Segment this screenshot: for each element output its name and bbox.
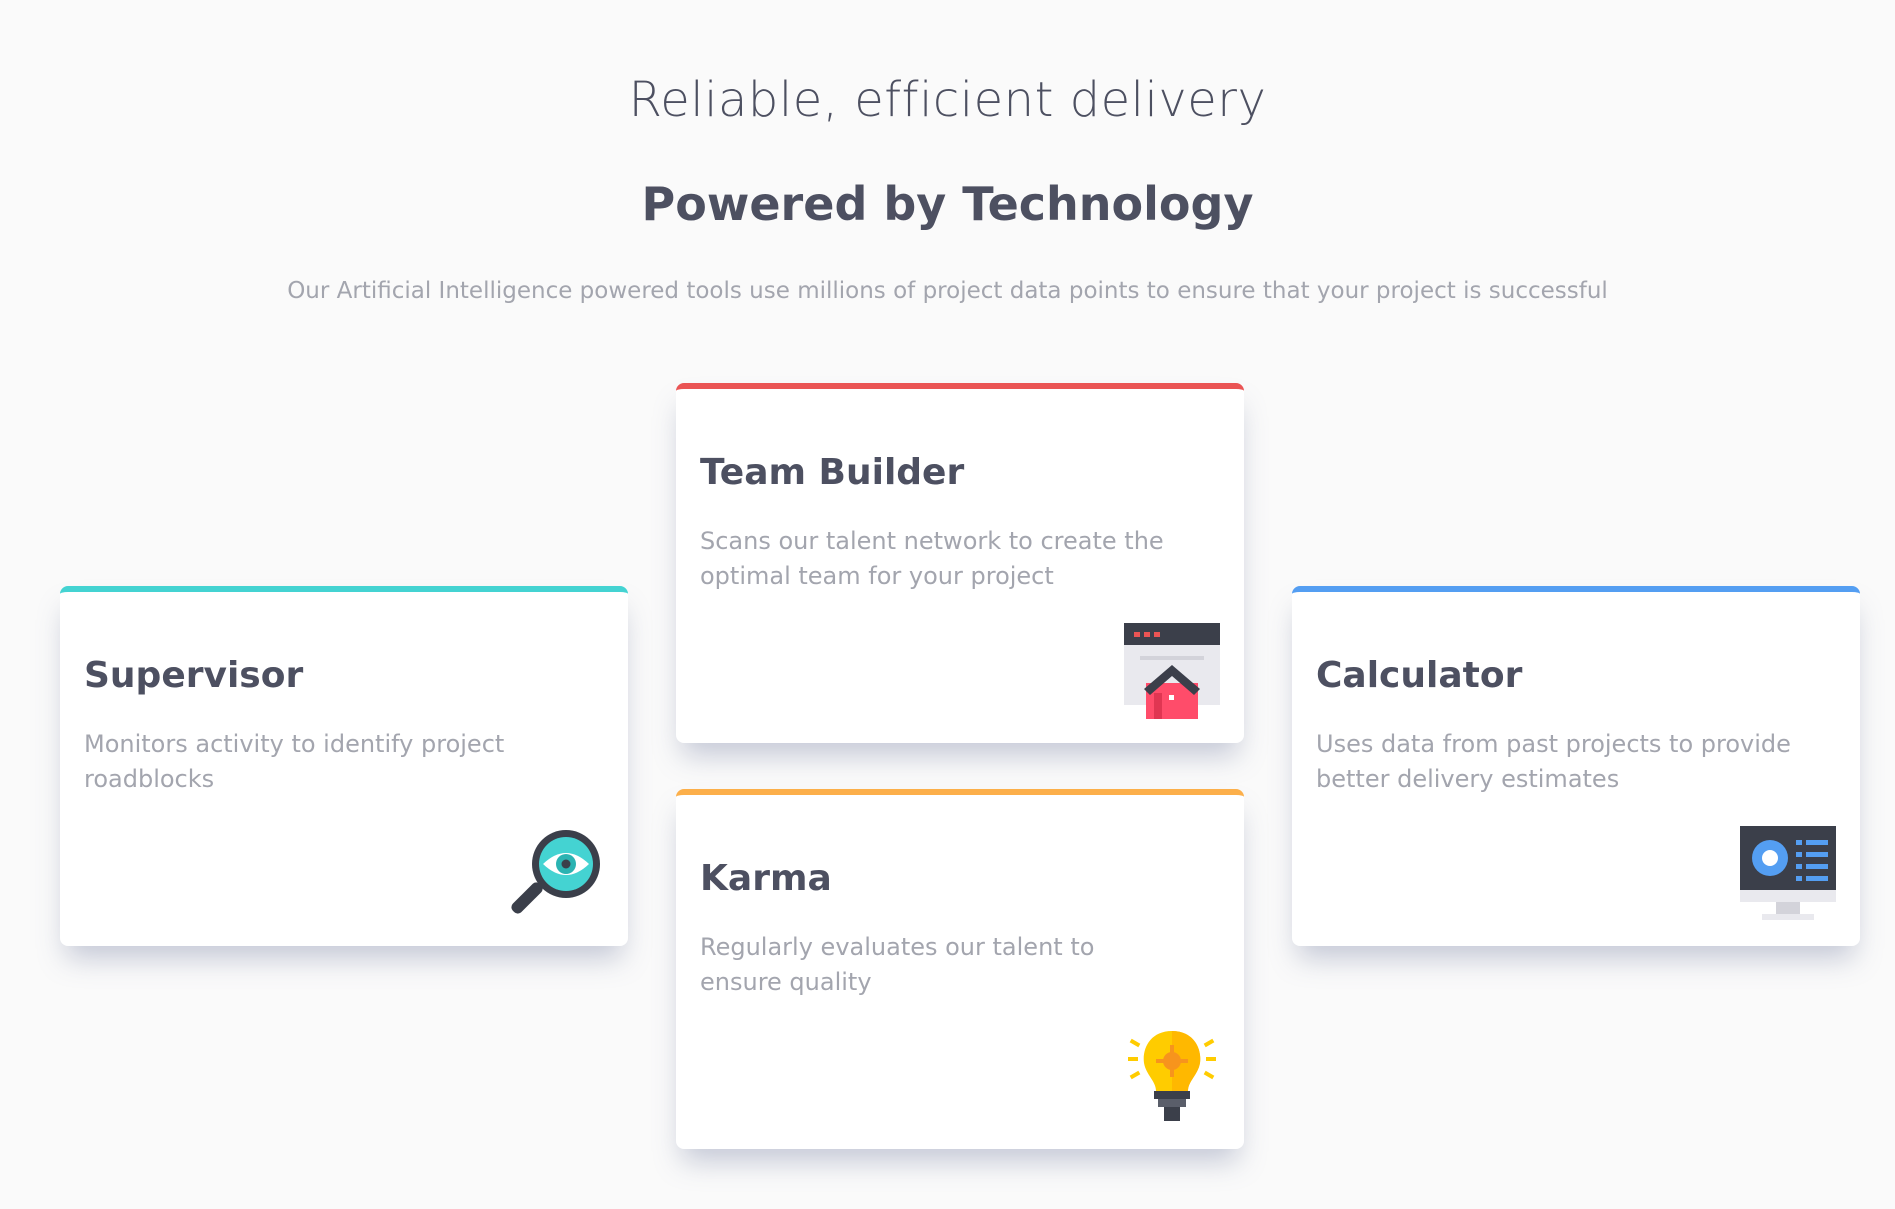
calculator-card-description: Uses data from past projects to provide …	[1316, 730, 1791, 794]
monitor-chart-icon	[1740, 826, 1836, 922]
karma-card-title: Karma	[700, 858, 832, 899]
hero-subtitle: Reliable, efficient delivery	[628, 72, 1267, 128]
calculator-card: Calculator Uses data from past projects …	[1292, 586, 1860, 946]
magnifier-eye-icon	[508, 826, 604, 922]
hero-description: Our Artificial Intelligence powered tool…	[287, 278, 1608, 304]
supervisor-card-description: Monitors activity to identify project ro…	[84, 730, 505, 794]
browser-house-icon	[1124, 623, 1220, 719]
supervisor-card: Supervisor Monitors activity to identify…	[60, 586, 628, 946]
supervisor-card-title: Supervisor	[84, 655, 304, 696]
team-builder-card-description: Scans our talent network to create the o…	[700, 527, 1164, 591]
calculator-card-title: Calculator	[1316, 655, 1523, 696]
team-builder-card-title: Team Builder	[700, 452, 965, 493]
team-builder-card: Team Builder Scans our talent network to…	[676, 383, 1244, 743]
hero-title: Powered by Technology	[641, 177, 1254, 231]
karma-card: Karma Regularly evaluates our talent to …	[676, 789, 1244, 1149]
karma-card-description: Regularly evaluates our talent to ensure…	[700, 933, 1095, 997]
lightbulb-icon	[1124, 1029, 1220, 1125]
